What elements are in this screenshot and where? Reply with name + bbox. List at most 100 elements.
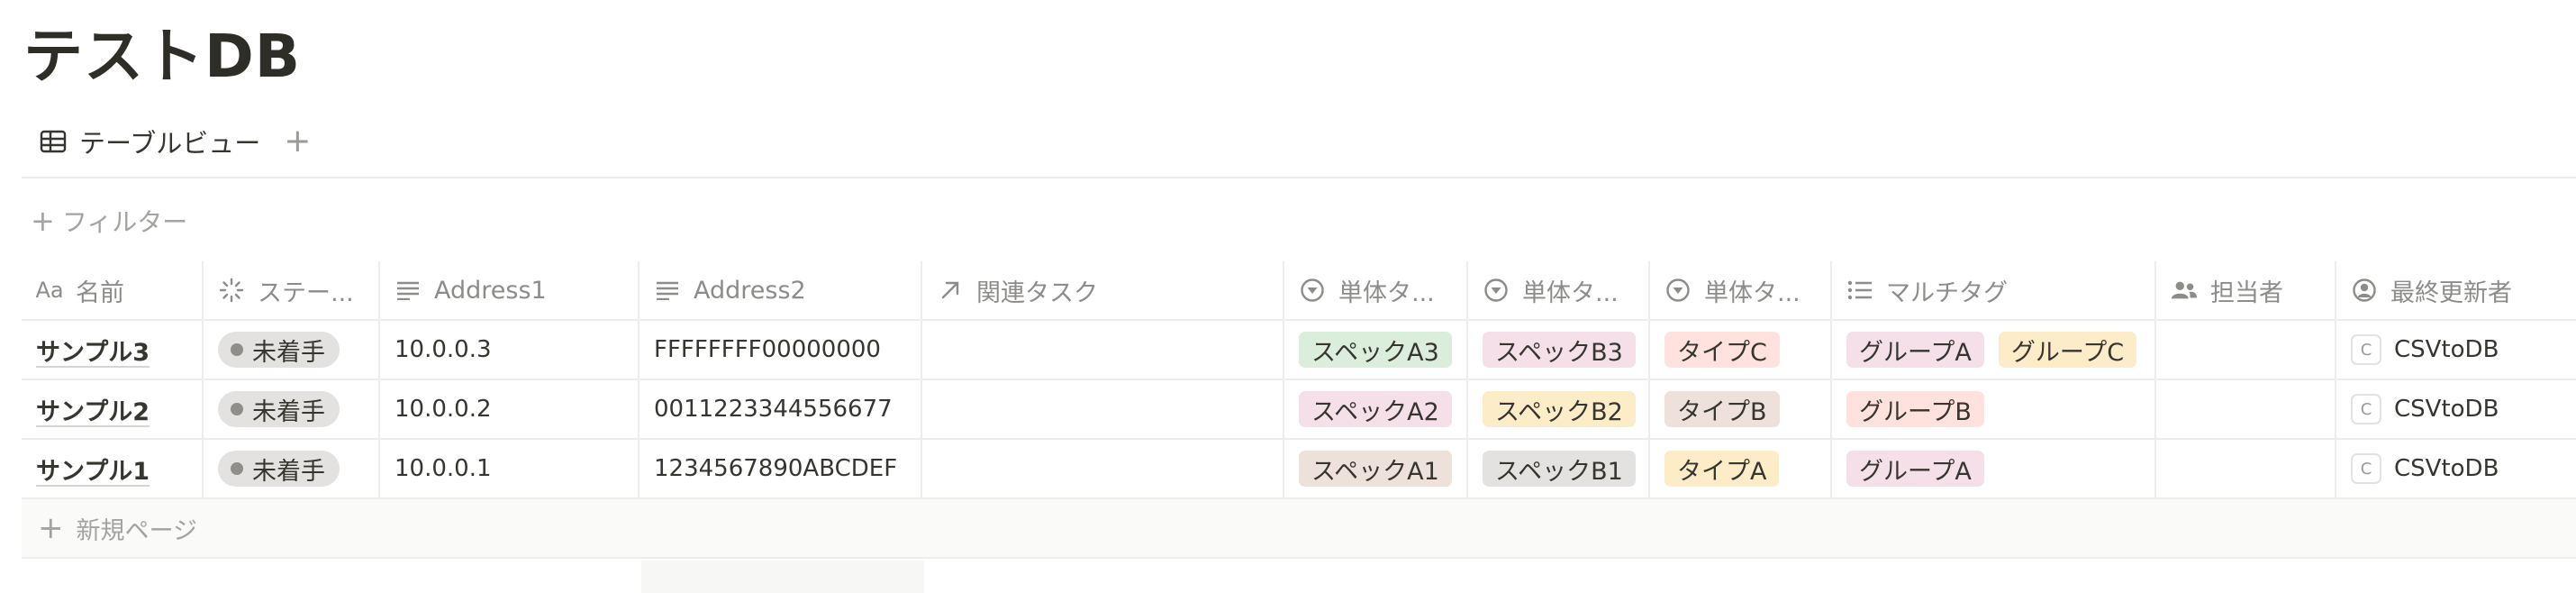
status-badge[interactable]: 未着手: [218, 332, 340, 368]
title-icon: Aa: [35, 278, 64, 303]
tag-pill[interactable]: タイプC: [1664, 332, 1780, 368]
add-view-button[interactable]: +: [284, 115, 311, 168]
column-label: 関連タスク: [976, 278, 1098, 307]
column-label: 最終更新者: [2390, 278, 2512, 307]
tag-pill[interactable]: グループC: [1998, 332, 2137, 368]
table-row[interactable]: サンプル2 未着手 10.0.0.2 0011223344556677 スペック…: [22, 380, 2576, 440]
column-header-single-tag-3[interactable]: 単体タ...: [1648, 261, 1830, 319]
assignee-cell[interactable]: [2154, 380, 2335, 438]
column-header-name[interactable]: Aa 名前: [22, 261, 202, 319]
status-dot-icon: [231, 343, 243, 356]
status-badge[interactable]: 未着手: [218, 451, 340, 487]
people-icon: [2171, 277, 2198, 304]
column-header-assignee[interactable]: 担当者: [2154, 261, 2335, 319]
status-label: 未着手: [252, 457, 325, 486]
row-title[interactable]: サンプル3: [36, 333, 150, 368]
single-tag-1-cell[interactable]: スペックA1: [1283, 440, 1466, 497]
user-avatar-icon: C: [2351, 453, 2381, 484]
column-header-address1[interactable]: Address1: [378, 261, 638, 319]
address1-cell[interactable]: 10.0.0.2: [378, 380, 638, 438]
related-task-cell[interactable]: [921, 440, 1283, 497]
tab-table-view[interactable]: テーブルビュー: [22, 115, 278, 168]
tag-pill[interactable]: スペックB3: [1483, 332, 1636, 368]
last-edited-by-cell[interactable]: C CSVtoDB: [2335, 380, 2576, 438]
related-task-cell[interactable]: [921, 380, 1283, 438]
multi-tag-cell[interactable]: グループA グループC: [1830, 321, 2154, 379]
last-edited-by-cell[interactable]: C CSVtoDB: [2335, 321, 2576, 379]
status-label: 未着手: [252, 397, 325, 426]
status-badge[interactable]: 未着手: [218, 391, 340, 427]
name-cell[interactable]: サンプル3: [22, 321, 202, 379]
tag-pill[interactable]: グループA: [1846, 332, 1984, 368]
single-tag-1-cell[interactable]: スペックA2: [1283, 380, 1466, 438]
tag-pill[interactable]: タイプB: [1664, 391, 1780, 427]
table-row[interactable]: サンプル3 未着手 10.0.0.3 FFFFFFFF00000000 スペック…: [22, 321, 2576, 380]
status-cell[interactable]: 未着手: [202, 380, 378, 438]
table-row[interactable]: サンプル1 未着手 10.0.0.1 1234567890ABCDEF スペック…: [22, 440, 2576, 499]
column-header-address2[interactable]: Address2: [638, 261, 921, 319]
multi-tag-cell[interactable]: グループB: [1830, 380, 2154, 438]
tag-pill[interactable]: スペックB2: [1483, 391, 1636, 427]
database-table: Aa 名前 ステー... Address1 Address2 関連タスク 単体タ…: [22, 261, 2576, 559]
user-circle-icon: [2351, 277, 2378, 304]
column-label: Address2: [694, 276, 806, 305]
user-name: CSVtoDB: [2394, 396, 2499, 423]
user-avatar-icon: C: [2351, 334, 2381, 365]
text-lines-icon: [395, 277, 422, 304]
column-header-single-tag-2[interactable]: 単体タ...: [1466, 261, 1648, 319]
filter-button[interactable]: + フィルター: [31, 203, 187, 239]
column-header-multi-tag[interactable]: マルチタグ: [1830, 261, 2154, 319]
column-label: 名前: [76, 278, 124, 307]
address1-cell[interactable]: 10.0.0.1: [378, 440, 638, 497]
single-tag-3-cell[interactable]: タイプC: [1648, 321, 1830, 379]
horizontal-scrollbar[interactable]: [641, 561, 924, 593]
single-tag-2-cell[interactable]: スペックB3: [1466, 321, 1648, 379]
column-header-single-tag-1[interactable]: 単体タ...: [1283, 261, 1466, 319]
text-lines-icon: [654, 277, 681, 304]
tag-pill[interactable]: グループA: [1846, 451, 1984, 487]
new-page-button[interactable]: + 新規ページ: [22, 499, 2576, 559]
list-icon: [1846, 277, 1873, 304]
column-label: 単体タ...: [1704, 278, 1800, 307]
single-tag-3-cell[interactable]: タイプA: [1648, 440, 1830, 497]
status-cell[interactable]: 未着手: [202, 321, 378, 379]
page-title: テストDB: [23, 22, 302, 91]
address2-cell[interactable]: 0011223344556677: [638, 380, 921, 438]
column-label: 単体タ...: [1338, 278, 1435, 307]
relation-arrow-icon: [937, 277, 964, 304]
address2-cell[interactable]: 1234567890ABCDEF: [638, 440, 921, 497]
last-edited-by-cell[interactable]: C CSVtoDB: [2335, 440, 2576, 497]
single-tag-3-cell[interactable]: タイプB: [1648, 380, 1830, 438]
select-icon: [1664, 277, 1692, 304]
single-tag-2-cell[interactable]: スペックB1: [1466, 440, 1648, 497]
column-label: ステー...: [258, 278, 354, 307]
row-title[interactable]: サンプル1: [36, 452, 150, 487]
tag-pill[interactable]: グループB: [1846, 391, 1984, 427]
column-header-last-edited-by[interactable]: 最終更新者: [2335, 261, 2576, 319]
tag-pill[interactable]: タイプA: [1664, 451, 1780, 487]
address1-cell[interactable]: 10.0.0.3: [378, 321, 638, 379]
name-cell[interactable]: サンプル2: [22, 380, 202, 438]
related-task-cell[interactable]: [921, 321, 1283, 379]
tag-pill[interactable]: スペックA1: [1299, 451, 1452, 487]
tag-pill[interactable]: スペックB1: [1483, 451, 1636, 487]
tag-pill[interactable]: スペックA3: [1299, 332, 1452, 368]
assignee-cell[interactable]: [2154, 440, 2335, 497]
multi-tag-cell[interactable]: グループA: [1830, 440, 2154, 497]
column-label: 担当者: [2210, 278, 2283, 307]
user-name: CSVtoDB: [2394, 455, 2499, 482]
address2-cell[interactable]: FFFFFFFF00000000: [638, 321, 921, 379]
assignee-cell[interactable]: [2154, 321, 2335, 379]
row-title[interactable]: サンプル2: [36, 392, 150, 427]
status-cell[interactable]: 未着手: [202, 440, 378, 497]
user-name: CSVtoDB: [2394, 336, 2499, 363]
single-tag-1-cell[interactable]: スペックA3: [1283, 321, 1466, 379]
name-cell[interactable]: サンプル1: [22, 440, 202, 497]
column-header-related-task[interactable]: 関連タスク: [921, 261, 1283, 319]
column-header-status[interactable]: ステー...: [202, 261, 378, 319]
view-bar: テーブルビュー +: [22, 115, 311, 168]
status-dot-icon: [231, 462, 243, 475]
tag-pill[interactable]: スペックA2: [1299, 391, 1452, 427]
table-header: Aa 名前 ステー... Address1 Address2 関連タスク 単体タ…: [22, 261, 2576, 321]
single-tag-2-cell[interactable]: スペックB2: [1466, 380, 1648, 438]
